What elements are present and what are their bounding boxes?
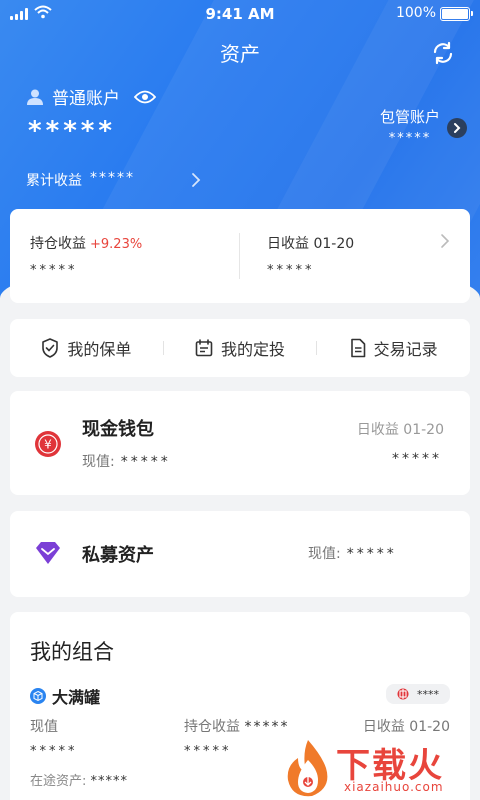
holding-income: 持仓收益 +9.23% ***** (30, 233, 142, 278)
watermark-logo: 下载火 xiazaihuo.com (282, 736, 480, 800)
calendar-icon (195, 339, 213, 357)
cube-icon (30, 688, 46, 704)
eye-icon[interactable] (134, 89, 156, 105)
refresh-icon[interactable] (430, 40, 456, 66)
watermark-url: xiazaihuo.com (344, 780, 444, 794)
managed-account-label: 包管账户 (379, 108, 440, 126)
document-icon (350, 338, 365, 358)
portfolio-hold-inline-value: ***** (244, 719, 290, 735)
cumulative-income-value: ***** (90, 170, 135, 186)
cash-wallet-title: 现金钱包 (82, 419, 154, 440)
bank-logo-icon (397, 688, 409, 700)
portfolio-transit-label: 在途资产: (30, 774, 87, 789)
private-fund-card[interactable]: 私募资产 现值: ***** (10, 511, 470, 597)
portfolio-section-title: 我的组合 (30, 640, 114, 664)
private-fund-value-row: 现值: ***** (308, 543, 397, 563)
portfolio-item-header[interactable]: 大满罐 (30, 684, 100, 708)
holding-income-value: ***** (30, 263, 78, 278)
managed-account-value: ***** (388, 131, 432, 146)
daily-income: 日收益 01-20 ***** (267, 233, 354, 278)
daily-income-label: 日收益 01-20 (267, 236, 355, 252)
portfolio-daily-label: 日收益 01-20 (362, 719, 450, 735)
total-assets-value: ***** (28, 116, 116, 146)
cumulative-income-label: 累计收益 (26, 173, 82, 189)
cash-wallet-card[interactable]: ¥ 现金钱包 现值: ***** 日收益 01-20 ***** (10, 391, 470, 495)
user-icon (27, 89, 43, 105)
menu-my-policy-label: 我的保单 (67, 340, 132, 359)
battery-icon (440, 7, 473, 21)
chevron-right-icon[interactable] (440, 233, 450, 249)
portfolio-tag-value: **** (417, 687, 439, 701)
managed-account[interactable]: 包管账户 ***** (380, 106, 440, 146)
cash-wallet-value: ***** (120, 454, 171, 470)
diamond-icon (36, 542, 60, 564)
cash-wallet-value-row: 现值: ***** (82, 451, 171, 471)
holding-income-label: 持仓收益 (30, 236, 86, 252)
menu-fixed-invest[interactable]: 我的定投 (164, 336, 317, 360)
yuan-coin-icon: ¥ (35, 431, 61, 457)
portfolio-value-label: 现值 (30, 719, 58, 735)
portfolio-hold-income: 持仓收益 ***** ***** (184, 716, 289, 759)
cumulative-income-row[interactable]: 累计收益 ***** (26, 170, 135, 190)
portfolio-hold-value: ***** (184, 744, 232, 759)
menu-fixed-invest-label: 我的定投 (221, 340, 286, 359)
portfolio-value: 现值 ***** (30, 716, 78, 759)
private-fund-value: ***** (346, 546, 397, 562)
daily-income-value: ***** (267, 263, 315, 278)
cash-wallet-daily-label: 日收益 01-20 (356, 422, 444, 438)
divider (239, 233, 240, 279)
account-type-row: 普通账户 (26, 84, 156, 109)
holding-income-pct: +9.23% (90, 237, 143, 252)
quick-menu: 我的保单 我的定投 交易记录 (10, 319, 470, 377)
menu-transaction-records-label: 交易记录 (373, 340, 438, 359)
portfolio-transit-value: ***** (90, 774, 129, 789)
cash-wallet-daily-value: ***** (392, 451, 442, 467)
shield-icon (42, 338, 59, 358)
portfolio-daily-income: 日收益 01-20 (363, 716, 450, 736)
private-fund-value-label: 现值: (308, 546, 341, 562)
private-fund-title: 私募资产 (82, 545, 154, 566)
menu-my-policy[interactable]: 我的保单 (10, 336, 163, 360)
portfolio-tag: **** (386, 684, 450, 704)
holding-income-card[interactable]: 持仓收益 +9.23% ***** 日收益 01-20 ***** (10, 209, 470, 303)
portfolio-hold-label: 持仓收益 (184, 719, 240, 735)
flame-icon (287, 740, 328, 797)
portfolio-name: 大满罐 (52, 688, 101, 707)
portfolio-transit: 在途资产: ***** (30, 770, 128, 789)
managed-account-arrow-icon[interactable] (447, 118, 467, 138)
chevron-right-icon[interactable] (190, 172, 202, 188)
battery-percent: 100% (395, 5, 436, 21)
menu-transaction-records[interactable]: 交易记录 (317, 336, 470, 360)
page-title: 资产 (220, 42, 260, 66)
portfolio-value-stars: ***** (30, 744, 78, 759)
status-bar: 9:41 AM 100% (0, 0, 480, 28)
svg-text:¥: ¥ (44, 438, 52, 452)
cash-wallet-value-label: 现值: (82, 454, 115, 470)
account-type-label: 普通账户 (52, 89, 120, 109)
